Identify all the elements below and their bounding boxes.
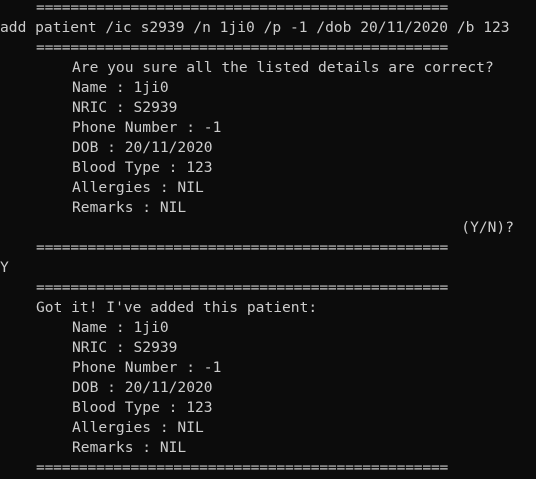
confirm-prompt: (Y/N)?: [461, 219, 514, 236]
result-detail-name: Name : 1ji0: [72, 319, 169, 336]
user-response: Y: [0, 259, 9, 276]
result-detail-dob: DOB : 20/11/2020: [72, 379, 213, 396]
confirm-detail-allergies: Allergies : NIL: [72, 179, 204, 196]
separator-line: ========================================…: [36, 0, 449, 16]
result-detail-allergies: Allergies : NIL: [72, 419, 204, 436]
confirm-detail-nric: NRIC : S2939: [72, 99, 178, 116]
result-detail-phone: Phone Number : -1: [72, 359, 222, 376]
terminal-window[interactable]: ========================================…: [0, 0, 536, 479]
confirm-detail-dob: DOB : 20/11/2020: [72, 139, 213, 156]
command-input-line: add patient /ic s2939 /n 1ji0 /p -1 /dob…: [0, 19, 510, 36]
confirm-detail-blood-type: Blood Type : 123: [72, 159, 213, 176]
result-detail-remarks: Remarks : NIL: [72, 439, 187, 456]
result-message: Got it! I've added this patient:: [36, 299, 318, 316]
confirm-question: Are you sure all the listed details are …: [72, 59, 494, 76]
separator-line: ========================================…: [36, 239, 449, 256]
result-detail-nric: NRIC : S2939: [72, 339, 178, 356]
result-detail-blood-type: Blood Type : 123: [72, 399, 213, 416]
confirm-detail-remarks: Remarks : NIL: [72, 199, 187, 216]
separator-line: ========================================…: [36, 39, 449, 56]
separator-line: ========================================…: [36, 279, 449, 296]
separator-line: ========================================…: [36, 459, 449, 476]
confirm-detail-name: Name : 1ji0: [72, 79, 169, 96]
confirm-detail-phone: Phone Number : -1: [72, 119, 222, 136]
